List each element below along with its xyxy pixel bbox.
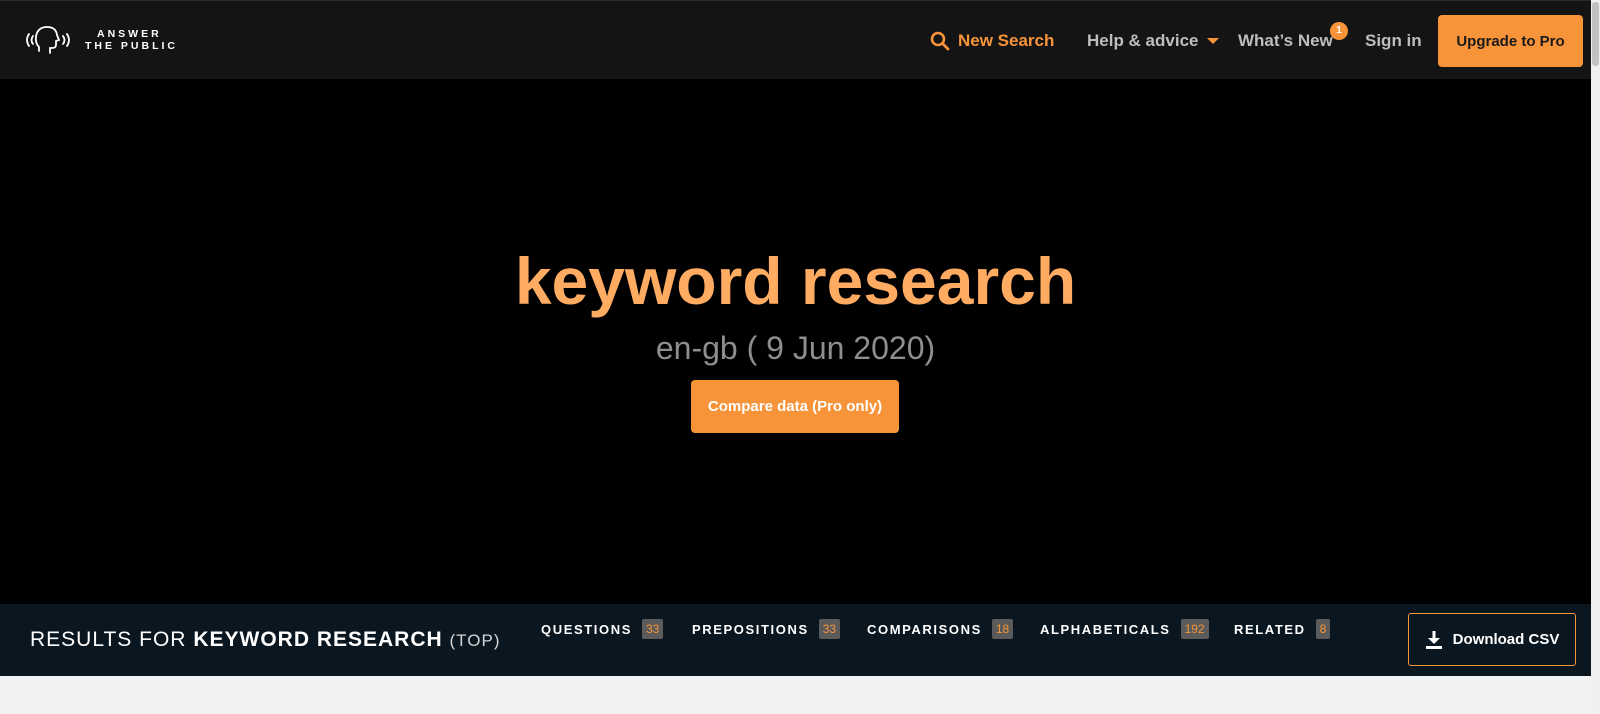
results-heading: RESULTS FOR KEYWORD RESEARCH (TOP) (30, 626, 500, 655)
results-bar: RESULTS FOR KEYWORD RESEARCH (TOP) QUEST… (0, 604, 1591, 676)
whats-new-badge: 1 (1330, 22, 1348, 40)
caret-down-icon (1206, 38, 1219, 44)
tab-prepositions[interactable]: PREPOSITIONS 33 (692, 618, 841, 640)
help-advice-label: Help & advice (1087, 31, 1199, 50)
site-logo[interactable]: ANSWER THE PUBLIC (23, 23, 178, 57)
help-advice-menu[interactable]: Help & advice (1087, 29, 1219, 53)
tab-label: PREPOSITIONS (692, 621, 809, 637)
tab-related[interactable]: RELATED 8 (1234, 618, 1331, 640)
tab-comparisons[interactable]: COMPARISONS 18 (867, 618, 1014, 640)
new-search-link[interactable]: New Search (930, 29, 1054, 53)
tab-label: QUESTIONS (541, 621, 632, 637)
compare-data-button[interactable]: Compare data (Pro only) (691, 380, 899, 433)
speaking-head-icon (26, 26, 70, 54)
tab-count: 18 (991, 619, 1014, 639)
tab-count: 33 (641, 619, 664, 639)
logo-text: ANSWER THE PUBLIC (85, 28, 178, 52)
tab-label: COMPARISONS (867, 621, 982, 637)
sign-in-link[interactable]: Sign in (1365, 29, 1422, 53)
tab-alphabeticals[interactable]: ALPHABETICALS 192 (1040, 618, 1209, 640)
upgrade-to-pro-button[interactable]: Upgrade to Pro (1438, 15, 1583, 67)
logo-line-2: THE PUBLIC (85, 40, 178, 52)
tab-questions[interactable]: QUESTIONS 33 (541, 618, 664, 640)
tab-count: 192 (1180, 619, 1209, 639)
download-csv-button[interactable]: Download CSV (1408, 613, 1576, 666)
scrollbar-thumb[interactable] (1592, 2, 1599, 66)
download-csv-label: Download CSV (1452, 631, 1560, 648)
new-search-label: New Search (958, 31, 1055, 50)
tab-count: 8 (1315, 619, 1331, 639)
logo-line-1: ANSWER (97, 28, 162, 40)
download-icon (1425, 630, 1442, 649)
tab-label: RELATED (1234, 621, 1306, 637)
search-icon (930, 31, 950, 51)
page-scrollbar[interactable] (1591, 0, 1600, 714)
whats-new-link[interactable]: What’s New (1238, 29, 1333, 53)
tab-count: 33 (818, 619, 841, 639)
locale-date-subtitle: en-gb ( 9 Jun 2020) (655, 330, 936, 366)
results-keyword: KEYWORD RESEARCH (193, 628, 443, 651)
hero-section: keyword research en-gb ( 9 Jun 2020) Com… (0, 79, 1591, 604)
tab-label: ALPHABETICALS (1040, 621, 1171, 637)
top-navbar: ANSWER THE PUBLIC New Search Help & advi… (0, 0, 1591, 79)
results-scope: (TOP) (449, 631, 501, 650)
results-prefix: RESULTS FOR (30, 628, 187, 651)
keyword-title: keyword research (514, 244, 1077, 318)
